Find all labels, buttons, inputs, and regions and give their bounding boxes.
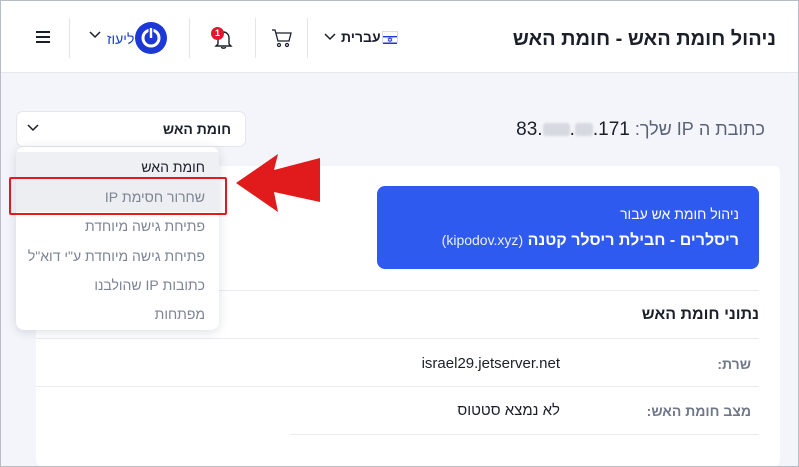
notification-badge: 1 bbox=[211, 27, 224, 40]
firewall-banner: ניהול חומת אש עבור ריסלרים - חבילת ריסלר… bbox=[377, 186, 759, 269]
firewall-section-dropdown[interactable]: חומת האש bbox=[17, 112, 245, 146]
server-label: שרת: bbox=[717, 356, 751, 372]
menu-item-special-access[interactable]: פתיחת גישה מיוחדת bbox=[16, 211, 219, 241]
page-title: ניהול חומת האש - חומת האש bbox=[512, 28, 776, 50]
divider bbox=[189, 18, 190, 58]
notifications-button[interactable]: 1 bbox=[211, 27, 235, 51]
banner-line-2: ריסלרים - חבילת ריסלר קטנה (kipodov.xyz) bbox=[441, 232, 739, 249]
chevron-down-icon bbox=[27, 124, 39, 132]
ip-address-line: כתובת ה IP שלך: 83.. .171 bbox=[516, 119, 765, 141]
firewall-status-label: מצב חומת האש: bbox=[646, 403, 751, 419]
dropdown-menu: חומת האש שחרור חסימת IP פתיחת גישה מיוחד… bbox=[16, 147, 219, 330]
dropdown-selected-value: חומת האש bbox=[162, 121, 231, 137]
divider bbox=[36, 386, 759, 387]
chevron-down-icon bbox=[89, 31, 101, 39]
server-value: israel29.jetserver.net bbox=[421, 355, 560, 372]
banner-domain: (kipodov.xyz) bbox=[441, 232, 524, 248]
power-icon[interactable] bbox=[135, 22, 167, 54]
divider bbox=[36, 338, 759, 339]
user-name: ליעוז bbox=[107, 31, 135, 47]
cart-icon[interactable] bbox=[271, 27, 293, 49]
israel-flag-icon bbox=[382, 31, 398, 44]
menu-item-whitelisted-ips[interactable]: כתובות IP שהולבנו bbox=[16, 270, 219, 300]
hamburger-icon[interactable] bbox=[36, 31, 50, 46]
highlight-box bbox=[9, 177, 227, 215]
language-label: עברית bbox=[341, 29, 381, 45]
divider bbox=[255, 18, 256, 58]
chevron-down-icon bbox=[324, 33, 336, 41]
red-arrow-icon bbox=[236, 154, 320, 212]
divider bbox=[290, 434, 759, 435]
banner-line-1: ניהול חומת אש עבור bbox=[620, 206, 739, 222]
divider bbox=[69, 18, 70, 58]
top-header: ניהול חומת האש - חומת האש ליעוז 1 עברית bbox=[1, 1, 798, 73]
section-title: נתוני חומת האש bbox=[641, 306, 759, 323]
divider bbox=[307, 18, 308, 58]
redacted-block bbox=[542, 123, 570, 137]
ip-label: כתובת ה IP שלך: bbox=[634, 119, 765, 139]
redacted-block bbox=[574, 123, 593, 137]
ip-address-value: 83.. .171 bbox=[516, 119, 630, 140]
menu-item-keys[interactable]: מפתחות bbox=[16, 299, 219, 329]
menu-item-special-access-email[interactable]: פתיחת גישה מיוחדת ע"י דוא"ל bbox=[16, 241, 219, 271]
firewall-status-value: לא נמצא סטטוס bbox=[457, 402, 560, 419]
